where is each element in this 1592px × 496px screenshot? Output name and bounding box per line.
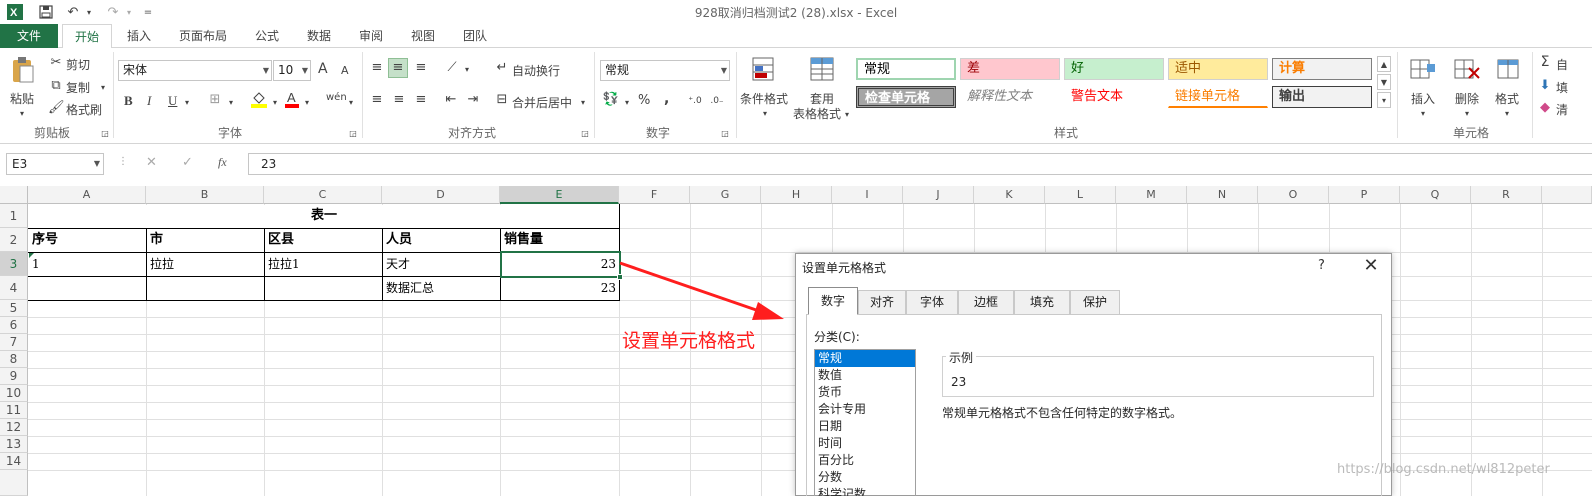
- category-item-date[interactable]: 日期: [815, 418, 915, 435]
- sample-box: [942, 356, 1374, 397]
- category-item-percentage[interactable]: 百分比: [815, 452, 915, 469]
- sample-label: 示例: [946, 349, 977, 366]
- category-item-number[interactable]: 数值: [815, 367, 915, 384]
- format-cells-dialog: 设置单元格格式 ? ✕ 数字 对齐 字体 边框 填充 保护 分类(C): 常规 …: [795, 253, 1392, 496]
- excel-window: X ↶ ▾ ↷ ▾ = 928取消归档测试2 (28).xlsx - Excel…: [0, 0, 1592, 496]
- sample-value: 23: [951, 375, 967, 389]
- category-item-time[interactable]: 时间: [815, 435, 915, 452]
- watermark: https://blog.csdn.net/wl812peter: [1337, 462, 1550, 477]
- category-item-accounting[interactable]: 会计专用: [815, 401, 915, 418]
- dialog-tab-number[interactable]: 数字: [808, 287, 858, 315]
- category-list[interactable]: 常规 数值 货币 会计专用 日期 时间 百分比 分数 科学记数: [814, 349, 916, 496]
- dialog-tab-font[interactable]: 字体: [906, 290, 958, 314]
- dialog-title: 设置单元格格式: [802, 261, 887, 275]
- close-button[interactable]: ✕: [1358, 254, 1384, 278]
- dialog-tab-fill[interactable]: 填充: [1014, 290, 1070, 314]
- category-label: 分类(C):: [814, 330, 860, 344]
- dialog-tab-border[interactable]: 边框: [958, 290, 1014, 314]
- category-item-scientific[interactable]: 科学记数: [815, 486, 915, 496]
- dialog-tab-alignment[interactable]: 对齐: [858, 290, 906, 314]
- help-button[interactable]: ?: [1318, 258, 1325, 273]
- category-item-currency[interactable]: 货币: [815, 384, 915, 401]
- category-item-fraction[interactable]: 分数: [815, 469, 915, 486]
- annotation-text: 设置单元格格式: [622, 330, 756, 352]
- dialog-tab-protection[interactable]: 保护: [1070, 290, 1120, 314]
- category-item-general[interactable]: 常规: [815, 350, 915, 367]
- format-description: 常规单元格格式不包含任何特定的数字格式。: [942, 406, 1183, 420]
